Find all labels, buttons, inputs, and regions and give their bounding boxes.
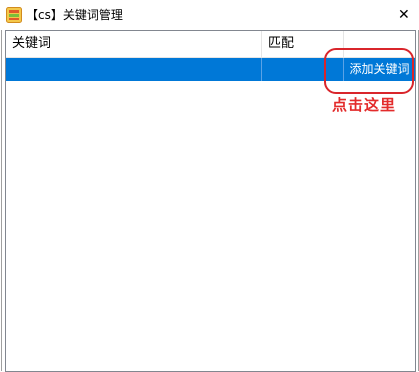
close-icon[interactable]: ✕ [398, 7, 410, 23]
app-icon [6, 7, 22, 23]
highlight-circle [324, 48, 414, 94]
title-bar: 【cs】关键词管理 ✕ [0, 0, 419, 30]
annotation-label: 点击这里 [332, 96, 397, 114]
keyword-cell[interactable] [6, 58, 262, 81]
window-title: 【cs】关键词管理 [26, 8, 123, 22]
column-header-keyword[interactable]: 关键词 [6, 31, 262, 57]
